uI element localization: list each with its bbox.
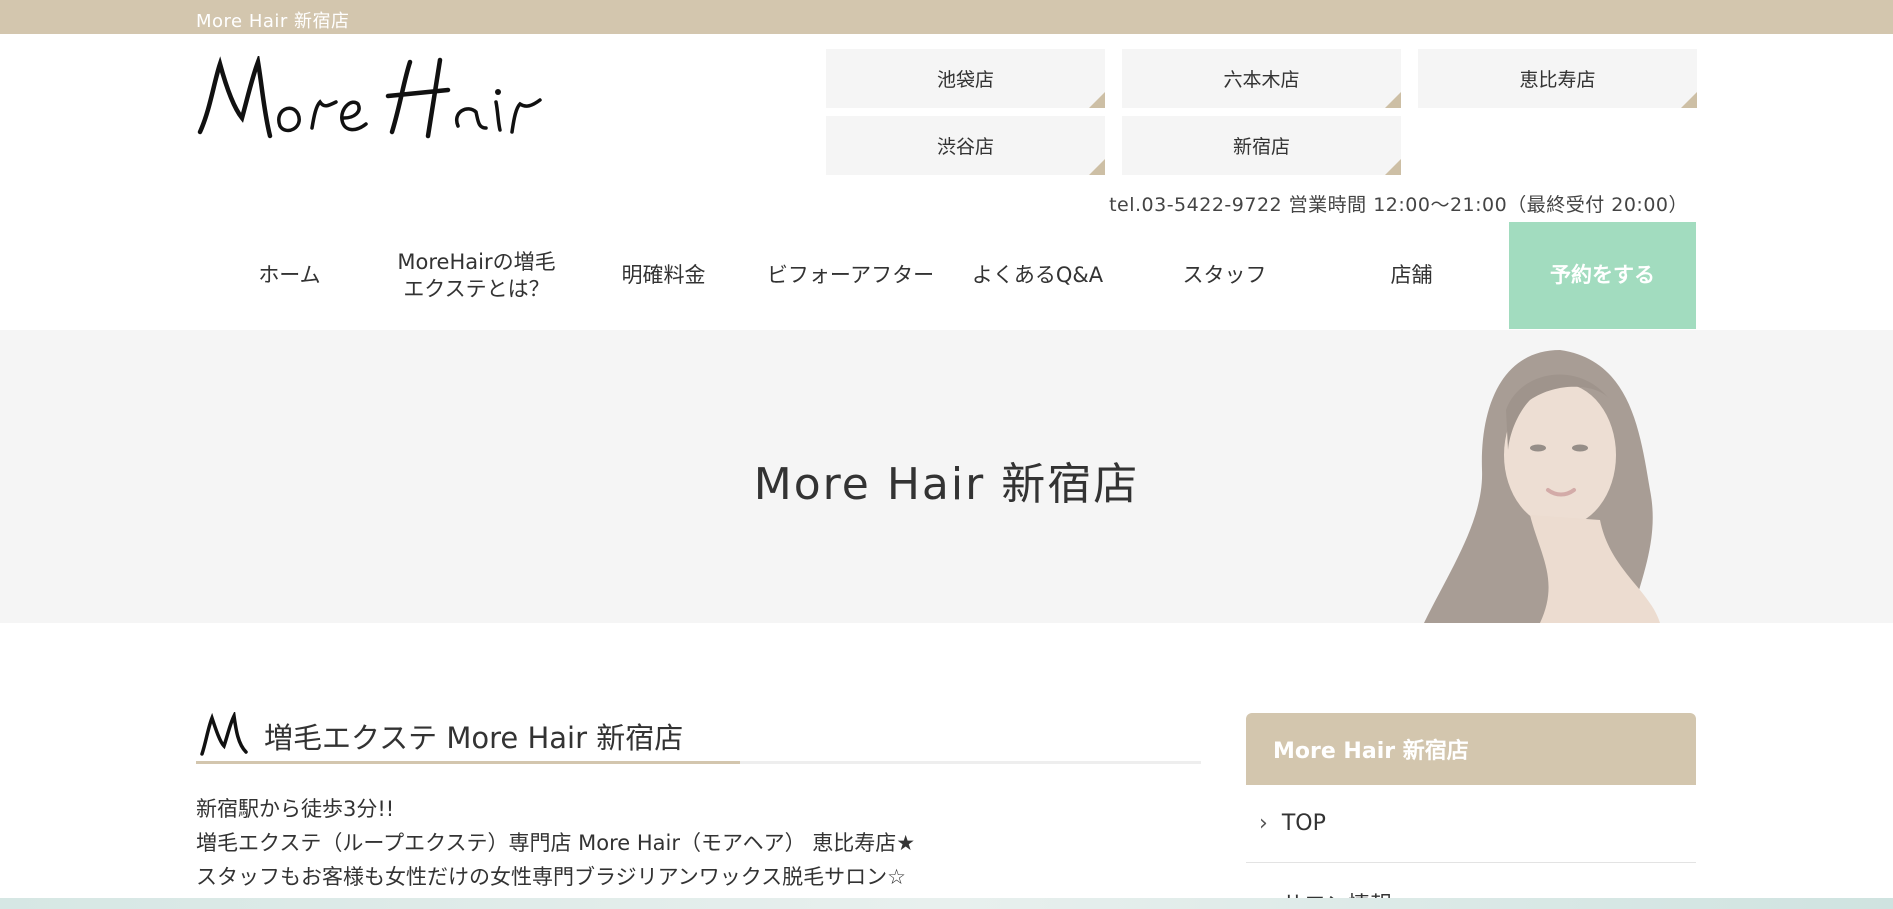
store-button-shibuya[interactable]: 渋谷店 — [826, 116, 1105, 175]
nav-before-after[interactable]: ビフォーアフター — [757, 222, 944, 329]
nav-staff[interactable]: スタッフ — [1131, 222, 1318, 329]
corner-triangle-icon — [1385, 159, 1401, 175]
bottom-strip — [0, 898, 1893, 909]
nav-stores[interactable]: 店舗 — [1318, 222, 1505, 329]
store-label: 池袋店 — [936, 69, 994, 91]
corner-triangle-icon — [1385, 92, 1401, 108]
sidebar-item-top[interactable]: › TOP — [1246, 785, 1696, 863]
store-button-ebisu[interactable]: 恵比寿店 — [1418, 49, 1697, 108]
nav-pricing[interactable]: 明確料金 — [570, 222, 757, 329]
sidebar-heading: More Hair 新宿店 — [1246, 713, 1696, 785]
store-label: 恵比寿店 — [1519, 69, 1596, 91]
hero-model-image — [1410, 340, 1690, 623]
more-hair-mark-icon — [200, 712, 248, 756]
intro-line: 新宿駅から徒歩3分!! — [196, 797, 395, 821]
section-heading: 増毛エクステ More Hair 新宿店 — [196, 712, 683, 760]
intro-line: 増毛エクステ（ループエクステ）専門店 More Hair（モアヘア） 恵比寿店★ — [196, 831, 916, 855]
top-bar-text: More Hair 新宿店 — [196, 11, 350, 32]
nav-home[interactable]: ホーム — [196, 222, 383, 329]
store-label: 六本木店 — [1223, 69, 1300, 91]
store-label: 渋谷店 — [936, 136, 994, 158]
more-hair-logo[interactable] — [196, 53, 546, 142]
corner-triangle-icon — [1089, 92, 1105, 108]
title-underline-accent — [196, 761, 740, 764]
section-title-text: 増毛エクステ More Hair 新宿店 — [264, 721, 684, 755]
nav-reserve-button[interactable]: 予約をする — [1509, 222, 1696, 329]
corner-triangle-icon — [1681, 92, 1697, 108]
chevron-right-icon: › — [1259, 811, 1268, 836]
store-button-roppongi[interactable]: 六本木店 — [1122, 49, 1401, 108]
intro-line: スタッフもお客様も女性だけの女性専門ブラジリアンワックス脱毛サロン☆ — [196, 865, 906, 889]
corner-triangle-icon — [1089, 159, 1105, 175]
nav-faq[interactable]: よくあるQ&A — [944, 222, 1131, 329]
sidebar-item-label: TOP — [1281, 811, 1326, 836]
intro-text: 新宿駅から徒歩3分!! 増毛エクステ（ループエクステ）専門店 More Hair… — [196, 792, 915, 894]
store-label: 新宿店 — [1232, 136, 1290, 158]
hero-banner: More Hair 新宿店 — [0, 330, 1893, 623]
tel-business-hours: tel.03-5422-9722 営業時間 12:00～21:00（最終受付 2… — [1109, 194, 1688, 216]
store-button-ikebukuro[interactable]: 池袋店 — [826, 49, 1105, 108]
nav-about-extension[interactable]: MoreHairの増毛 エクステとは？ — [383, 222, 570, 329]
top-bar: More Hair 新宿店 — [0, 0, 1893, 34]
store-button-shinjuku[interactable]: 新宿店 — [1122, 116, 1401, 175]
